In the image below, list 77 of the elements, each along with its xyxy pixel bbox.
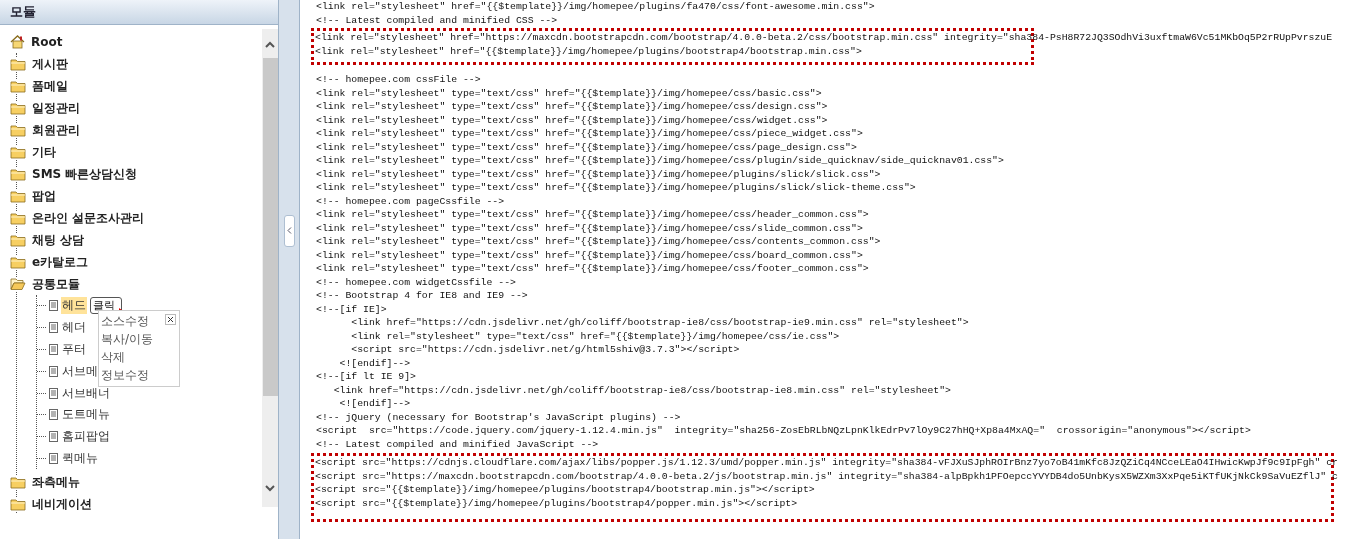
code-line: <link rel="stylesheet" type="text/css" href="{{$template}}/img/homepee/css/footer_common.css"> <box>316 262 869 276</box>
code-line: <link href="https://cdn.jsdelivr.net/gh/coliff/bootstrap-ie8/css/bootstrap-ie9.min.css" rel="stylesheet"> <box>350 316 969 330</box>
tree-folder[interactable]: 공통모듈 <box>30 274 82 294</box>
code-line: <link rel="stylesheet" type="text/css" href="{{$template}}/img/homepee/css/design.css"> <box>316 100 828 114</box>
tree-item[interactable]: 퀵메뉴 <box>61 449 99 467</box>
code-line: <script src="{{$template}}/img/homepee/plugins/bootstrap4/popper.min.js"></script> <box>315 496 798 510</box>
tree-folder[interactable]: 일정관리 <box>30 98 82 118</box>
code-line: <link rel="stylesheet" type="text/css" href="{{$template}}/img/homepee/css/basic.css"> <box>316 86 822 100</box>
tree-folder[interactable]: 팝업 <box>30 186 58 206</box>
code-line: <!-- Latest compiled and minified CSS --> <box>316 13 558 27</box>
code-line: <link href="https://cdn.jsdelivr.net/gh/coliff/bootstrap-ie8/css/bootstrap-ie8.min.css" rel="stylesheet"> <box>332 383 951 397</box>
tree-folder[interactable]: 기타 <box>30 142 58 162</box>
close-icon[interactable] <box>165 314 176 325</box>
code-line: <!--[if lt IE 9]> <box>316 370 416 384</box>
code-line: <script src="{{$template}}/img/homepee/plugins/bootstrap4/bootstrap.min.js"></script> <box>315 483 815 497</box>
scroll-thumb[interactable] <box>262 58 278 396</box>
code-line: <!-- Bootstrap 4 for IE8 and IE9 --> <box>316 289 528 303</box>
tree-item[interactable]: 헤더 <box>61 319 87 337</box>
document-icon <box>49 431 58 443</box>
document-icon <box>49 365 58 377</box>
tree-folder[interactable]: e카탈로그 <box>30 252 91 272</box>
tree-folder[interactable]: SMS 빠른상담신청 <box>30 164 140 184</box>
code-line: <script src="https://code.jquery.com/jquery-1.12.4.min.js" integrity="sha256-ZosEbRLbNQzLpnKlkEdrPv7lOy9C27hHQ+Xp8a4MxAQ=" crossorigin="anonymous"></script> <box>316 424 1251 438</box>
code-line: <![endif]--> <box>338 356 411 370</box>
code-line: <!-- jQuery (necessary for Bootstrap's JavaScript plugins) --> <box>316 410 681 424</box>
scrollbar[interactable] <box>262 29 278 507</box>
tree-folder[interactable]: 게시판 <box>30 54 70 74</box>
document-icon <box>49 409 58 421</box>
tree-folder[interactable]: 좌측메뉴 <box>30 472 82 492</box>
menu-item[interactable]: 정보수정 <box>99 366 179 384</box>
code-line: <link rel="stylesheet" type="text/css" href="{{$template}}/img/homepee/css/plugin/side_quicknav/side_quicknav01.css"> <box>316 154 1004 168</box>
panel-title: 모듈 <box>0 0 278 25</box>
chevron-left-icon <box>286 227 292 234</box>
tree-folder[interactable]: 온라인 설문조사관리 <box>30 208 147 228</box>
code-line: <link rel="stylesheet" type="text/css" href="{{$template}}/img/homepee/plugins/slick/slick.css"> <box>316 167 881 181</box>
tree-item[interactable]: 홈피팝업 <box>61 428 111 446</box>
document-icon <box>49 387 58 399</box>
tree-item[interactable]: 서브배너 <box>61 384 111 402</box>
code-line: <link rel="stylesheet" type="text/css" href="{{$template}}/img/homepee/css/board_common.css"> <box>316 248 863 262</box>
code-line: <script src="https://maxcdn.bootstrapcdn.com/bootstrap/4.0.0-beta.2/js/bootstrap.min.js" integrity="sha384-alpBpkh1PFOepccYVYDB4do5UnbKysX5WZXm3XxPqe5iKTfUKjNkCk9SaVuEZflJ" c <box>315 469 1338 483</box>
code-line: <link rel="stylesheet" type="text/css" href="{{$template}}/img/homepee/css/header_common.css"> <box>316 208 869 222</box>
tree-folder[interactable]: 네비게이션 <box>30 494 94 513</box>
code-line: <!--[if IE]> <box>316 302 387 316</box>
code-line: <!-- homepee.com cssFile --> <box>316 73 481 87</box>
code-line: <link rel="stylesheet" type="text/css" href="{{$template}}/img/homepee/css/ie.css"> <box>350 329 840 343</box>
document-icon <box>49 300 58 312</box>
document-icon <box>49 322 58 334</box>
collapse-handle[interactable] <box>283 214 295 247</box>
menu-item[interactable]: 삭제 <box>99 348 179 366</box>
tree-item[interactable]: 서브메 <box>61 362 99 380</box>
code-line: <![endif]--> <box>338 397 411 411</box>
menu-item[interactable]: 복사/이동 <box>99 330 179 348</box>
tree-item[interactable]: 도트메뉴 <box>61 406 111 424</box>
code-line: <link rel="stylesheet" type="text/css" href="{{$template}}/img/homepee/css/page_design.css"> <box>316 140 857 154</box>
code-line: <script src="https://cdnjs.cloudflare.com/ajax/libs/popper.js/1.12.3/umd/popper.min.js" integrity="sha384-vFJXuSJphROIrBnz7yo7oB41mKfc8JzQZiCq4NCceLEaO4IHwicKwpJf9c9IpFgh" cr <box>315 456 1338 470</box>
tree-root[interactable]: Root <box>29 34 65 50</box>
tree-folder[interactable]: 회원관리 <box>30 120 82 140</box>
tree-item[interactable]: 헤드 <box>61 297 87 315</box>
tree-folder[interactable]: 채팅 상담 <box>30 230 87 250</box>
document-icon <box>49 452 58 464</box>
code-line: <link rel="stylesheet" type="text/css" href="{{$template}}/img/homepee/css/contents_common.css"> <box>316 235 881 249</box>
tree-folder[interactable]: 폼메일 <box>30 76 70 96</box>
code-line: <link rel="stylesheet" type="text/css" href="{{$template}}/img/homepee/plugins/slick/slick-theme.css"> <box>316 181 916 195</box>
code-line: <link rel="stylesheet" type="text/css" href="{{$template}}/img/homepee/css/piece_widget.css"> <box>316 127 863 141</box>
house-icon <box>10 35 25 49</box>
code-line: <link rel="stylesheet" href="{{$template}}/img/homepee/plugins/bootstrap4/bootstrap.min.css"> <box>315 44 862 58</box>
menu-item[interactable]: 소스수정 <box>99 312 179 330</box>
code-line: <link rel="stylesheet" href="{{$template}}/img/homepee/plugins/fa470/css/font-awesome.min.css"> <box>316 0 875 14</box>
code-line: <!-- homepee.com widgetCssfile --> <box>316 275 516 289</box>
document-icon <box>49 344 58 355</box>
tree-item[interactable]: 푸터 <box>61 341 87 358</box>
code-line: <link rel="stylesheet" href="https://maxcdn.bootstrapcdn.com/bootstrap/4.0.0-beta.2/css/bootstrap.min.css" integrity="sha384-PsH8R72JQ3SOdhVi3uxftmaW6Vc51MKbOq5P2rRUpPvrszuE <box>315 31 1333 45</box>
code-line: <script src="https://cdn.jsdelivr.net/g/html5shiv@3.7.3"></script> <box>350 343 740 357</box>
code-line: <link rel="stylesheet" type="text/css" href="{{$template}}/img/homepee/css/widget.css"> <box>316 113 828 127</box>
code-line: <!-- Latest compiled and minified JavaScript --> <box>316 437 599 451</box>
code-line: <!-- homepee.com pageCssfile --> <box>316 194 505 208</box>
code-line: <link rel="stylesheet" type="text/css" href="{{$template}}/img/homepee/css/slide_common.css"> <box>316 221 863 235</box>
